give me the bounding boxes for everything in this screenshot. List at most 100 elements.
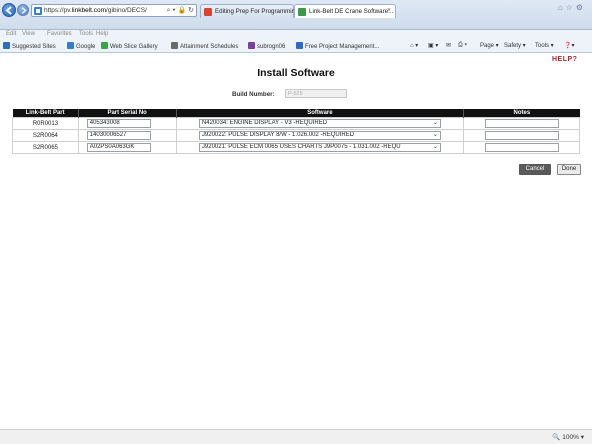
table-row: S2R0065 A02PS0A063GK J920021: PULSE ECM …: [12, 141, 580, 154]
notes-input[interactable]: [484, 131, 559, 140]
tab-label: Editing Prep For Programming...: [215, 8, 304, 15]
favorite-label: Suggested Sites: [12, 44, 56, 50]
software-select-value: N420034: ENGINE DISPLAY - V3 -REQUIRED: [201, 120, 328, 126]
url-prefix: https://pv.: [44, 7, 72, 14]
help-icon[interactable]: ❓▾: [564, 42, 574, 49]
chevron-down-icon: ⌄: [432, 144, 438, 150]
google-icon: [67, 42, 74, 49]
favorite-label: subrogn06: [257, 44, 286, 50]
home-toolbar-icon[interactable]: ⌂ ▾: [410, 42, 418, 49]
forward-arrow-icon: [21, 7, 27, 14]
page-menu[interactable]: Page ▾: [480, 42, 499, 49]
menu-favorites[interactable]: Favorites: [47, 31, 72, 37]
url-path: /gibino/DECS/: [106, 7, 147, 14]
url-domain: linkbelt.com: [71, 7, 107, 14]
dropdown-icon[interactable]: ▾: [173, 7, 176, 14]
address-bar[interactable]: https://pv.linkbelt.com/gibino/DECS/ ⌕ ▾…: [31, 4, 197, 17]
site-favicon-icon: [34, 7, 42, 15]
software-select[interactable]: J920022: PULSE DISPLAY 8/W - 1.026.002 -…: [198, 131, 441, 140]
page-menu-label: Page: [480, 43, 495, 49]
zoom-level: 100%: [562, 434, 579, 441]
favorite-label: Attainment Schedules: [180, 44, 239, 50]
favorite-suggested-sites[interactable]: Suggested Sites: [3, 42, 56, 50]
serial-input[interactable]: 14030006527: [86, 131, 151, 140]
favorite-google[interactable]: Google: [67, 42, 95, 50]
table-row: S2R0064 14030006527 J920022: PULSE DISPL…: [12, 129, 580, 142]
favorite-label: Web Slice Gallery: [110, 44, 158, 50]
tab-label: Link-Belt DE Crane Software...: [309, 8, 394, 15]
build-number-label: Build Number:: [232, 91, 275, 98]
favorite-subrogn06[interactable]: subrogn06: [248, 42, 285, 50]
serial-input[interactable]: 405343008: [86, 119, 151, 128]
tab-link-belt-software[interactable]: Link-Belt DE Crane Software... ×: [294, 4, 396, 18]
tab-editing-prep[interactable]: Editing Prep For Programming...: [200, 4, 304, 18]
favorite-free-project-management[interactable]: Free Project Management...: [296, 42, 379, 50]
close-icon[interactable]: ×: [387, 7, 391, 14]
safety-menu[interactable]: Safety ▾: [504, 42, 526, 49]
zoom-icon: 🔍: [552, 434, 561, 441]
back-button[interactable]: [2, 3, 16, 17]
home-icon[interactable]: ⌂: [558, 3, 566, 12]
column-header-notes: Notes: [463, 109, 580, 118]
software-select[interactable]: J920021: PULSE ECM 0065 USES CHARTS J9P0…: [198, 143, 441, 152]
software-select-value: J920021: PULSE ECM 0065 USES CHARTS J9P0…: [201, 144, 401, 150]
lock-icon[interactable]: 🔒: [177, 7, 186, 14]
favorite-attainment-schedules[interactable]: Attainment Schedules: [171, 42, 238, 50]
part-number: S2R0065: [12, 141, 79, 154]
status-bar: 🔍 100% ▾: [0, 429, 592, 444]
table-row: R0R0013 405343008 N420034: ENGINE DISPLA…: [12, 117, 580, 130]
refresh-icon[interactable]: ↻: [188, 7, 194, 14]
tab-favicon-icon: [298, 8, 306, 16]
folder-icon: [248, 42, 255, 49]
zoom-control[interactable]: 🔍 100% ▾: [552, 433, 584, 441]
address-icons: ⌕ ▾ 🔒 ↻: [167, 6, 194, 15]
notes-input[interactable]: [484, 143, 559, 152]
favorite-label: Google: [76, 44, 96, 50]
tools-menu-label: Tools: [535, 43, 550, 49]
part-number: R0R0013: [12, 117, 79, 130]
slice-icon: [101, 42, 108, 49]
column-header-serial: Part Serial No: [78, 109, 177, 118]
favorites-bar: Suggested Sites Google Web Slice Gallery…: [0, 40, 592, 53]
chevron-down-icon: ⌄: [432, 120, 438, 126]
serial-input[interactable]: A02PS0A063GK: [86, 143, 151, 152]
print-icon[interactable]: ⎙ ▾: [458, 42, 467, 49]
window-controls: ⌂☆⚙: [558, 3, 586, 12]
cancel-button[interactable]: Cancel: [519, 164, 551, 175]
help-link[interactable]: HELP?: [552, 56, 577, 63]
tools-menu[interactable]: Tools ▾: [535, 42, 554, 49]
menu-view[interactable]: View: [22, 31, 35, 37]
page-title: Install Software: [257, 67, 335, 79]
software-select[interactable]: N420034: ENGINE DISPLAY - V3 -REQUIRED ⌄: [198, 119, 441, 128]
done-button[interactable]: Done: [557, 164, 581, 175]
url-text: https://pv.linkbelt.com/gibino/DECS/: [44, 7, 154, 14]
forward-button[interactable]: [17, 4, 29, 16]
star-icon: [3, 42, 10, 49]
software-select-value: J920022: PULSE DISPLAY 8/W - 1.026.002 -…: [201, 132, 355, 138]
mail-icon[interactable]: ✉: [446, 42, 451, 49]
column-header-software: Software: [176, 109, 465, 118]
menu-edit[interactable]: Edit: [6, 31, 16, 37]
browser-toolbar: https://pv.linkbelt.com/gibino/DECS/ ⌕ ▾…: [0, 0, 592, 30]
column-header-part: Link-Belt Part: [12, 109, 79, 118]
build-number-field[interactable]: P-525: [285, 89, 347, 98]
chevron-down-icon: ⌄: [432, 132, 438, 138]
search-icon[interactable]: ⌕: [167, 7, 171, 14]
doc-icon: [171, 42, 178, 49]
settings-gear-icon[interactable]: ⚙: [576, 3, 586, 12]
page-icon: [296, 42, 303, 49]
menu-help[interactable]: Help: [96, 31, 108, 37]
menu-tools[interactable]: Tools: [79, 31, 93, 37]
feeds-icon[interactable]: ▣ ▾: [428, 42, 438, 49]
safety-menu-label: Safety: [504, 43, 522, 49]
favorites-star-icon[interactable]: ☆: [566, 3, 576, 12]
menu-bar: Edit View Favorites Tools Help: [0, 30, 592, 40]
tab-favicon-icon: [204, 8, 212, 16]
back-arrow-icon: [5, 6, 12, 15]
software-table: Link-Belt Part Part Serial No Software N…: [12, 109, 580, 154]
favorite-label: Free Project Management...: [305, 44, 380, 50]
notes-input[interactable]: [484, 119, 559, 128]
table-header-row: Link-Belt Part Part Serial No Software N…: [12, 109, 580, 118]
part-number: S2R0064: [12, 129, 79, 142]
favorite-web-slice-gallery[interactable]: Web Slice Gallery: [101, 42, 158, 50]
